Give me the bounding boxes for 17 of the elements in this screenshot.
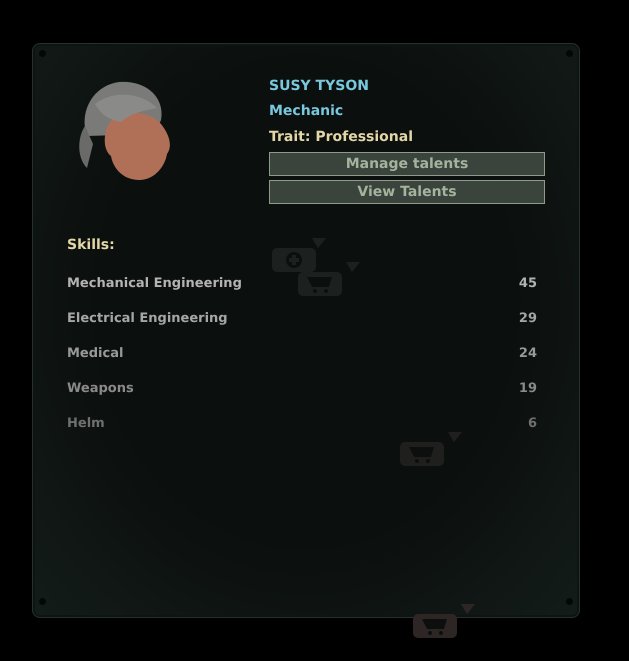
- talents-button[interactable]: View Talents: [269, 180, 545, 204]
- skill-value: 24: [518, 345, 537, 363]
- skill-name: Helm: [67, 415, 105, 433]
- crew-trait: Trait: Professional: [269, 128, 414, 147]
- crew-role: Mechanic: [269, 102, 344, 121]
- skill-value: 19: [518, 380, 537, 398]
- crew-name: SUSY TYSON: [269, 77, 370, 96]
- skill-value: 29: [518, 310, 537, 328]
- skill-name: Weapons: [67, 380, 134, 398]
- talents-button[interactable]: Manage talents: [269, 152, 545, 176]
- skill-value: 6: [528, 415, 537, 433]
- skill-name: Medical: [67, 345, 124, 363]
- skill-name: Electrical Engineering: [67, 310, 228, 328]
- skill-name: Mechanical Engineering: [67, 275, 242, 293]
- skills-heading: Skills:: [67, 236, 115, 255]
- cart-marker-icon[interactable]: [413, 602, 475, 638]
- skill-value: 45: [518, 275, 537, 293]
